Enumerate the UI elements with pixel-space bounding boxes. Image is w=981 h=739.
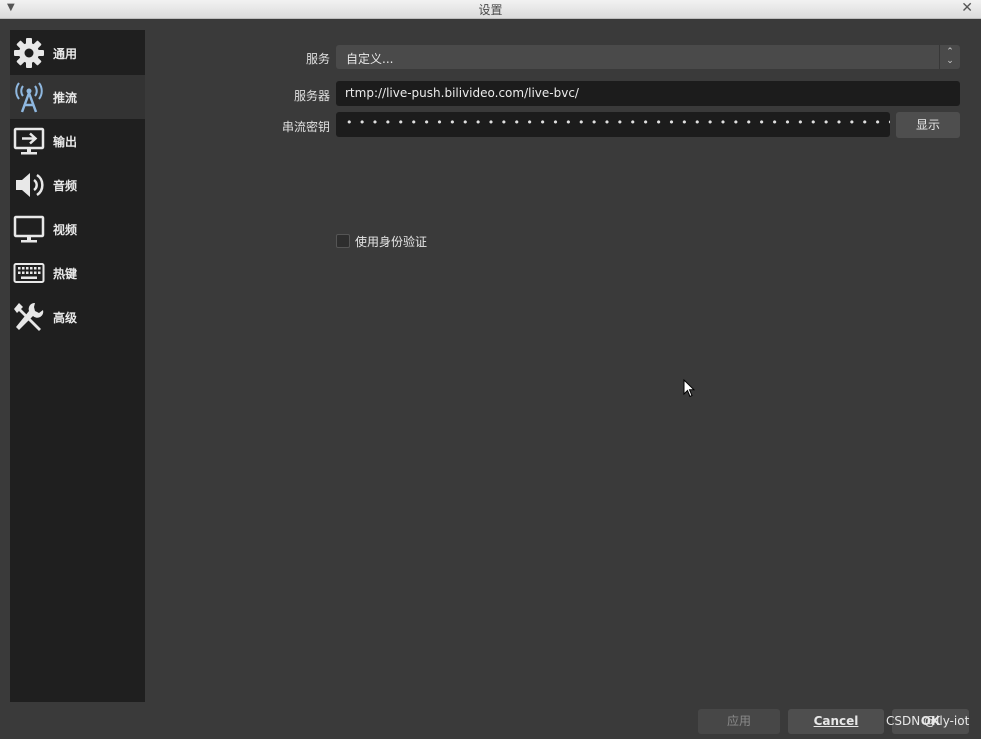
stream-key-label: 串流密钥	[281, 120, 330, 134]
stream-key-mask: ••••••••••••••••••••••••••••••••••••••••…	[346, 116, 890, 129]
service-label: 服务	[305, 52, 330, 66]
apply-button[interactable]: 应用	[698, 709, 780, 734]
sidebar-item-output[interactable]: 输出	[10, 119, 145, 163]
sidebar-item-hotkeys[interactable]: 热键	[10, 251, 145, 295]
settings-sidebar: 通用 推流 输出 音频 视频 热键 高级	[10, 30, 145, 702]
close-icon[interactable]: ✕	[961, 0, 973, 16]
watermark-text: CSDN @lly-iot	[886, 714, 970, 728]
server-input-value: rtmp://live-push.bilivideo.com/live-bvc/	[345, 86, 579, 100]
speaker-icon	[12, 168, 46, 202]
antenna-icon	[12, 80, 46, 114]
chevron-updown-icon: ⌃ ⌄	[939, 45, 960, 69]
server-label: 服务器	[293, 89, 330, 103]
window-title: 设置	[478, 3, 503, 17]
keyboard-icon	[12, 256, 46, 290]
mouse-cursor-icon	[683, 378, 696, 401]
monitor-output-icon	[12, 124, 46, 158]
use-auth-checkbox[interactable]	[336, 234, 350, 248]
gear-icon	[12, 36, 46, 70]
sidebar-item-label: 高级	[53, 310, 78, 325]
service-select[interactable]: 自定义... ⌃ ⌄	[336, 45, 960, 69]
sidebar-item-general[interactable]: 通用	[10, 31, 145, 75]
sidebar-item-stream[interactable]: 推流	[10, 75, 145, 119]
cancel-button[interactable]: Cancel	[788, 709, 884, 734]
monitor-icon	[12, 212, 46, 246]
show-key-button[interactable]: 显示	[896, 112, 960, 138]
title-bar: ▼ 设置 ✕	[0, 0, 981, 19]
use-auth-label[interactable]: 使用身份验证	[355, 233, 427, 250]
sidebar-item-label: 视频	[53, 222, 78, 237]
sidebar-item-advanced[interactable]: 高级	[10, 295, 145, 339]
sidebar-item-video[interactable]: 视频	[10, 207, 145, 251]
sidebar-item-label: 音频	[53, 178, 78, 193]
sidebar-item-label: 输出	[53, 134, 78, 149]
sidebar-item-label: 热键	[53, 266, 78, 281]
sidebar-item-label: 推流	[53, 90, 78, 105]
sidebar-item-audio[interactable]: 音频	[10, 163, 145, 207]
tools-icon	[12, 300, 46, 334]
sidebar-item-label: 通用	[53, 46, 78, 61]
service-select-value: 自定义...	[346, 52, 394, 66]
server-input[interactable]: rtmp://live-push.bilivideo.com/live-bvc/	[336, 81, 960, 106]
stream-key-input[interactable]: ••••••••••••••••••••••••••••••••••••••••…	[336, 112, 890, 137]
